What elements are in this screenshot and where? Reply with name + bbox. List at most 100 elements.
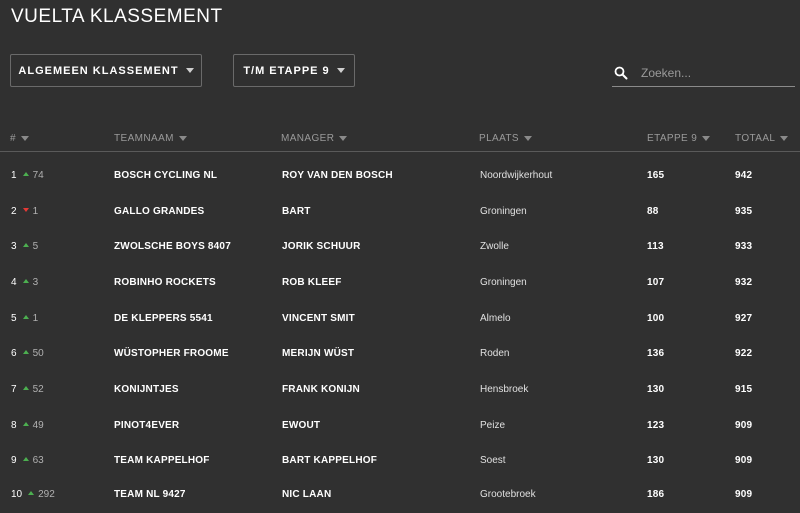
place: Groningen bbox=[480, 206, 527, 217]
column-header-label: PLAATS bbox=[479, 133, 520, 144]
sort-caret-icon bbox=[339, 136, 348, 141]
ranking-dropdown[interactable]: ALGEMEEN KLASSEMENT bbox=[10, 54, 202, 87]
column-header-place[interactable]: PLAATS bbox=[479, 133, 533, 144]
column-header-label: MANAGER bbox=[281, 133, 335, 144]
column-header-manager[interactable]: MANAGER bbox=[281, 133, 348, 144]
total-points: 935 bbox=[735, 206, 753, 217]
trend-up-icon bbox=[22, 422, 29, 427]
place: Soest bbox=[480, 455, 506, 466]
manager-name: ROY VAN DEN BOSCH bbox=[282, 170, 393, 181]
sort-caret-icon bbox=[702, 136, 711, 141]
rank-change: 49 bbox=[32, 420, 44, 431]
stage-dropdown-label: T/M ETAPPE 9 bbox=[243, 64, 330, 77]
team-name[interactable]: PINOT4EVER bbox=[114, 408, 179, 444]
trend-up-icon bbox=[22, 243, 29, 248]
team-name[interactable]: GALLO GRANDES bbox=[114, 194, 204, 230]
total-points: 933 bbox=[735, 241, 753, 252]
rank-position: 7 bbox=[11, 384, 17, 395]
column-header-rank[interactable]: # bbox=[10, 133, 29, 144]
manager-name: JORIK SCHUUR bbox=[282, 241, 361, 252]
rank-cell: 35 bbox=[11, 229, 38, 265]
rank-position: 2 bbox=[11, 206, 17, 217]
trend-up-icon bbox=[28, 491, 35, 496]
table-header: # TEAMNAAM MANAGER PLAATS ETAPPE 9 TOTAA… bbox=[0, 131, 800, 152]
rank-cell: 51 bbox=[11, 301, 38, 337]
stage-points: 123 bbox=[647, 420, 665, 431]
total-points: 915 bbox=[735, 384, 753, 395]
caret-down-icon bbox=[336, 68, 345, 73]
team-name[interactable]: WÜSTOPHER FROOME bbox=[114, 336, 229, 372]
total-points: 909 bbox=[735, 489, 753, 500]
table-row[interactable]: 51 DE KLEPPERS 5541 VINCENT SMIT Almelo … bbox=[0, 301, 800, 337]
rank-position: 9 bbox=[11, 455, 17, 466]
manager-name: NIC LAAN bbox=[282, 489, 332, 500]
rank-change: 52 bbox=[32, 384, 44, 395]
place: Grootebroek bbox=[480, 489, 536, 500]
team-name[interactable]: TEAM NL 9427 bbox=[114, 477, 186, 513]
place: Hensbroek bbox=[480, 384, 529, 395]
column-header-team[interactable]: TEAMNAAM bbox=[114, 133, 187, 144]
rank-change: 50 bbox=[32, 348, 44, 359]
manager-name: VINCENT SMIT bbox=[282, 313, 355, 324]
table-row[interactable]: 10 292 TEAM NL 9427 NIC LAAN Grootebroek … bbox=[0, 477, 800, 513]
table-row[interactable]: 9 63 TEAM KAPPELHOF BART KAPPELHOF Soest … bbox=[0, 443, 800, 479]
stage-points: 186 bbox=[647, 489, 665, 500]
column-header-label: ETAPPE 9 bbox=[647, 133, 698, 144]
table-row[interactable]: 8 49 PINOT4EVER EWOUT Peize 123 909 bbox=[0, 408, 800, 444]
stage-points: 130 bbox=[647, 384, 665, 395]
manager-name: ROB KLEEF bbox=[282, 277, 342, 288]
stage-points: 165 bbox=[647, 170, 665, 181]
column-header-total[interactable]: TOTAAL bbox=[735, 133, 789, 144]
team-name[interactable]: TEAM KAPPELHOF bbox=[114, 443, 210, 479]
search-icon[interactable] bbox=[614, 66, 628, 80]
manager-name: BART bbox=[282, 206, 311, 217]
rank-position: 4 bbox=[11, 277, 17, 288]
sort-caret-icon bbox=[20, 136, 29, 141]
rank-position: 8 bbox=[11, 420, 17, 431]
total-points: 942 bbox=[735, 170, 753, 181]
rank-change: 63 bbox=[32, 455, 44, 466]
team-name[interactable]: BOSCH CYCLING NL bbox=[114, 158, 217, 194]
place: Zwolle bbox=[480, 241, 509, 252]
trend-up-icon bbox=[22, 172, 29, 177]
total-points: 909 bbox=[735, 420, 753, 431]
search-input[interactable] bbox=[641, 66, 781, 80]
place: Peize bbox=[480, 420, 506, 431]
table-row[interactable]: 6 50 WÜSTOPHER FROOME MERIJN WÜST Roden 1… bbox=[0, 336, 800, 372]
column-header-stage[interactable]: ETAPPE 9 bbox=[647, 133, 711, 144]
team-name[interactable]: DE KLEPPERS 5541 bbox=[114, 301, 213, 337]
manager-name: EWOUT bbox=[282, 420, 321, 431]
place: Groningen bbox=[480, 277, 527, 288]
total-points: 909 bbox=[735, 455, 753, 466]
trend-up-icon bbox=[22, 457, 29, 462]
total-points: 927 bbox=[735, 313, 753, 324]
trend-up-icon bbox=[22, 386, 29, 391]
table-row[interactable]: 1 74 BOSCH CYCLING NL ROY VAN DEN BOSCH N… bbox=[0, 158, 800, 194]
team-name[interactable]: ZWOLSCHE BOYS 8407 bbox=[114, 229, 231, 265]
stage-points: 136 bbox=[647, 348, 665, 359]
table-row[interactable]: 43 ROBINHO ROCKETS ROB KLEEF Groningen 1… bbox=[0, 265, 800, 301]
place: Noordwijkerhout bbox=[480, 170, 553, 181]
trend-up-icon bbox=[22, 350, 29, 355]
rank-position: 3 bbox=[11, 241, 17, 252]
rank-change: 292 bbox=[38, 489, 55, 500]
ranking-dropdown-label: ALGEMEEN KLASSEMENT bbox=[18, 64, 179, 77]
table-row[interactable]: 35 ZWOLSCHE BOYS 8407 JORIK SCHUUR Zwoll… bbox=[0, 229, 800, 265]
column-header-label: TOTAAL bbox=[735, 133, 776, 144]
table-row[interactable]: 21 GALLO GRANDES BART Groningen 88 935 bbox=[0, 194, 800, 230]
stage-dropdown[interactable]: T/M ETAPPE 9 bbox=[233, 54, 355, 87]
manager-name: MERIJN WÜST bbox=[282, 348, 355, 359]
team-name[interactable]: KONIJNTJES bbox=[114, 372, 179, 408]
rank-cell: 6 50 bbox=[11, 336, 44, 372]
rank-change: 3 bbox=[32, 277, 39, 288]
column-header-label: TEAMNAAM bbox=[114, 133, 174, 144]
trend-up-icon bbox=[22, 315, 29, 320]
table-row[interactable]: 7 52 KONIJNTJES FRANK KONIJN Hensbroek 13… bbox=[0, 372, 800, 408]
sort-caret-icon bbox=[780, 136, 789, 141]
rank-change: 5 bbox=[32, 241, 39, 252]
rank-position: 5 bbox=[11, 313, 17, 324]
stage-points: 100 bbox=[647, 313, 665, 324]
team-name[interactable]: ROBINHO ROCKETS bbox=[114, 265, 216, 301]
sort-caret-icon bbox=[178, 136, 187, 141]
rank-cell: 8 49 bbox=[11, 408, 44, 444]
